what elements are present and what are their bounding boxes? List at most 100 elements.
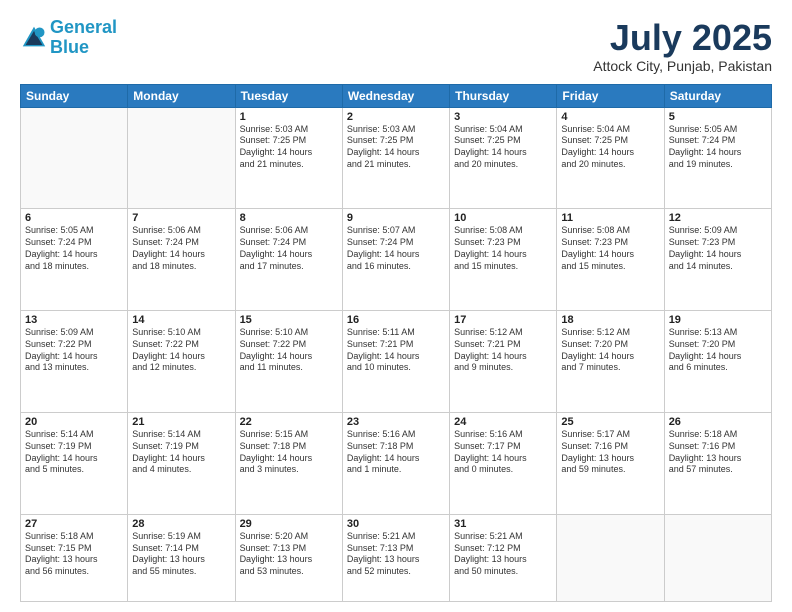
day-number: 2 — [347, 111, 445, 123]
day-number: 15 — [240, 314, 338, 326]
calendar-cell: 30Sunrise: 5:21 AM Sunset: 7:13 PM Dayli… — [342, 515, 449, 602]
calendar-cell: 22Sunrise: 5:15 AM Sunset: 7:18 PM Dayli… — [235, 413, 342, 515]
calendar-cell: 28Sunrise: 5:19 AM Sunset: 7:14 PM Dayli… — [128, 515, 235, 602]
day-info: Sunrise: 5:18 AM Sunset: 7:15 PM Dayligh… — [25, 531, 123, 578]
day-number: 29 — [240, 518, 338, 530]
day-number: 18 — [561, 314, 659, 326]
day-number: 26 — [669, 416, 767, 428]
location: Attock City, Punjab, Pakistan — [593, 58, 772, 74]
day-number: 23 — [347, 416, 445, 428]
day-number: 3 — [454, 111, 552, 123]
day-number: 28 — [132, 518, 230, 530]
calendar-cell: 3Sunrise: 5:04 AM Sunset: 7:25 PM Daylig… — [450, 107, 557, 209]
day-number: 4 — [561, 111, 659, 123]
day-info: Sunrise: 5:03 AM Sunset: 7:25 PM Dayligh… — [240, 124, 338, 171]
calendar-cell: 27Sunrise: 5:18 AM Sunset: 7:15 PM Dayli… — [21, 515, 128, 602]
calendar-cell — [21, 107, 128, 209]
calendar-cell: 1Sunrise: 5:03 AM Sunset: 7:25 PM Daylig… — [235, 107, 342, 209]
day-number: 8 — [240, 212, 338, 224]
week-row-5: 27Sunrise: 5:18 AM Sunset: 7:15 PM Dayli… — [21, 515, 772, 602]
day-info: Sunrise: 5:10 AM Sunset: 7:22 PM Dayligh… — [132, 327, 230, 374]
day-number: 12 — [669, 212, 767, 224]
th-saturday: Saturday — [664, 84, 771, 107]
day-info: Sunrise: 5:09 AM Sunset: 7:22 PM Dayligh… — [25, 327, 123, 374]
calendar-cell: 29Sunrise: 5:20 AM Sunset: 7:13 PM Dayli… — [235, 515, 342, 602]
calendar-cell: 4Sunrise: 5:04 AM Sunset: 7:25 PM Daylig… — [557, 107, 664, 209]
day-info: Sunrise: 5:08 AM Sunset: 7:23 PM Dayligh… — [454, 225, 552, 272]
calendar-cell: 10Sunrise: 5:08 AM Sunset: 7:23 PM Dayli… — [450, 209, 557, 311]
day-number: 24 — [454, 416, 552, 428]
calendar-cell: 15Sunrise: 5:10 AM Sunset: 7:22 PM Dayli… — [235, 311, 342, 413]
page: General Blue July 2025 Attock City, Punj… — [0, 0, 792, 612]
calendar-cell: 23Sunrise: 5:16 AM Sunset: 7:18 PM Dayli… — [342, 413, 449, 515]
day-number: 5 — [669, 111, 767, 123]
week-row-3: 13Sunrise: 5:09 AM Sunset: 7:22 PM Dayli… — [21, 311, 772, 413]
logo-icon — [20, 24, 48, 52]
day-number: 27 — [25, 518, 123, 530]
header: General Blue July 2025 Attock City, Punj… — [20, 18, 772, 74]
logo-text: General Blue — [50, 18, 117, 58]
th-friday: Friday — [557, 84, 664, 107]
calendar-cell: 19Sunrise: 5:13 AM Sunset: 7:20 PM Dayli… — [664, 311, 771, 413]
week-row-4: 20Sunrise: 5:14 AM Sunset: 7:19 PM Dayli… — [21, 413, 772, 515]
calendar-cell: 6Sunrise: 5:05 AM Sunset: 7:24 PM Daylig… — [21, 209, 128, 311]
day-info: Sunrise: 5:09 AM Sunset: 7:23 PM Dayligh… — [669, 225, 767, 272]
logo-blue: Blue — [50, 37, 89, 57]
day-info: Sunrise: 5:16 AM Sunset: 7:18 PM Dayligh… — [347, 429, 445, 476]
day-info: Sunrise: 5:11 AM Sunset: 7:21 PM Dayligh… — [347, 327, 445, 374]
calendar-cell: 14Sunrise: 5:10 AM Sunset: 7:22 PM Dayli… — [128, 311, 235, 413]
th-thursday: Thursday — [450, 84, 557, 107]
day-info: Sunrise: 5:06 AM Sunset: 7:24 PM Dayligh… — [240, 225, 338, 272]
day-info: Sunrise: 5:04 AM Sunset: 7:25 PM Dayligh… — [561, 124, 659, 171]
day-number: 13 — [25, 314, 123, 326]
day-number: 20 — [25, 416, 123, 428]
title-area: July 2025 Attock City, Punjab, Pakistan — [593, 18, 772, 74]
calendar-cell: 13Sunrise: 5:09 AM Sunset: 7:22 PM Dayli… — [21, 311, 128, 413]
day-info: Sunrise: 5:21 AM Sunset: 7:13 PM Dayligh… — [347, 531, 445, 578]
day-number: 30 — [347, 518, 445, 530]
calendar-cell: 9Sunrise: 5:07 AM Sunset: 7:24 PM Daylig… — [342, 209, 449, 311]
day-info: Sunrise: 5:05 AM Sunset: 7:24 PM Dayligh… — [669, 124, 767, 171]
th-sunday: Sunday — [21, 84, 128, 107]
day-info: Sunrise: 5:05 AM Sunset: 7:24 PM Dayligh… — [25, 225, 123, 272]
calendar-cell: 21Sunrise: 5:14 AM Sunset: 7:19 PM Dayli… — [128, 413, 235, 515]
calendar-cell: 8Sunrise: 5:06 AM Sunset: 7:24 PM Daylig… — [235, 209, 342, 311]
calendar-table: Sunday Monday Tuesday Wednesday Thursday… — [20, 84, 772, 602]
day-info: Sunrise: 5:07 AM Sunset: 7:24 PM Dayligh… — [347, 225, 445, 272]
th-wednesday: Wednesday — [342, 84, 449, 107]
calendar-cell: 7Sunrise: 5:06 AM Sunset: 7:24 PM Daylig… — [128, 209, 235, 311]
day-info: Sunrise: 5:17 AM Sunset: 7:16 PM Dayligh… — [561, 429, 659, 476]
day-number: 10 — [454, 212, 552, 224]
calendar-cell: 31Sunrise: 5:21 AM Sunset: 7:12 PM Dayli… — [450, 515, 557, 602]
day-info: Sunrise: 5:12 AM Sunset: 7:21 PM Dayligh… — [454, 327, 552, 374]
calendar-cell: 20Sunrise: 5:14 AM Sunset: 7:19 PM Dayli… — [21, 413, 128, 515]
calendar-cell: 12Sunrise: 5:09 AM Sunset: 7:23 PM Dayli… — [664, 209, 771, 311]
logo-general: General — [50, 17, 117, 37]
day-info: Sunrise: 5:19 AM Sunset: 7:14 PM Dayligh… — [132, 531, 230, 578]
day-info: Sunrise: 5:20 AM Sunset: 7:13 PM Dayligh… — [240, 531, 338, 578]
day-info: Sunrise: 5:14 AM Sunset: 7:19 PM Dayligh… — [132, 429, 230, 476]
day-number: 11 — [561, 212, 659, 224]
day-info: Sunrise: 5:14 AM Sunset: 7:19 PM Dayligh… — [25, 429, 123, 476]
calendar-cell: 5Sunrise: 5:05 AM Sunset: 7:24 PM Daylig… — [664, 107, 771, 209]
day-number: 6 — [25, 212, 123, 224]
week-row-2: 6Sunrise: 5:05 AM Sunset: 7:24 PM Daylig… — [21, 209, 772, 311]
day-number: 14 — [132, 314, 230, 326]
calendar-cell: 2Sunrise: 5:03 AM Sunset: 7:25 PM Daylig… — [342, 107, 449, 209]
week-row-1: 1Sunrise: 5:03 AM Sunset: 7:25 PM Daylig… — [21, 107, 772, 209]
calendar-cell: 24Sunrise: 5:16 AM Sunset: 7:17 PM Dayli… — [450, 413, 557, 515]
day-info: Sunrise: 5:16 AM Sunset: 7:17 PM Dayligh… — [454, 429, 552, 476]
day-info: Sunrise: 5:03 AM Sunset: 7:25 PM Dayligh… — [347, 124, 445, 171]
day-number: 21 — [132, 416, 230, 428]
day-info: Sunrise: 5:04 AM Sunset: 7:25 PM Dayligh… — [454, 124, 552, 171]
header-row: Sunday Monday Tuesday Wednesday Thursday… — [21, 84, 772, 107]
calendar-cell: 18Sunrise: 5:12 AM Sunset: 7:20 PM Dayli… — [557, 311, 664, 413]
day-info: Sunrise: 5:06 AM Sunset: 7:24 PM Dayligh… — [132, 225, 230, 272]
day-info: Sunrise: 5:08 AM Sunset: 7:23 PM Dayligh… — [561, 225, 659, 272]
day-number: 22 — [240, 416, 338, 428]
day-info: Sunrise: 5:12 AM Sunset: 7:20 PM Dayligh… — [561, 327, 659, 374]
calendar-cell: 17Sunrise: 5:12 AM Sunset: 7:21 PM Dayli… — [450, 311, 557, 413]
logo: General Blue — [20, 18, 117, 58]
day-info: Sunrise: 5:21 AM Sunset: 7:12 PM Dayligh… — [454, 531, 552, 578]
calendar-cell — [664, 515, 771, 602]
